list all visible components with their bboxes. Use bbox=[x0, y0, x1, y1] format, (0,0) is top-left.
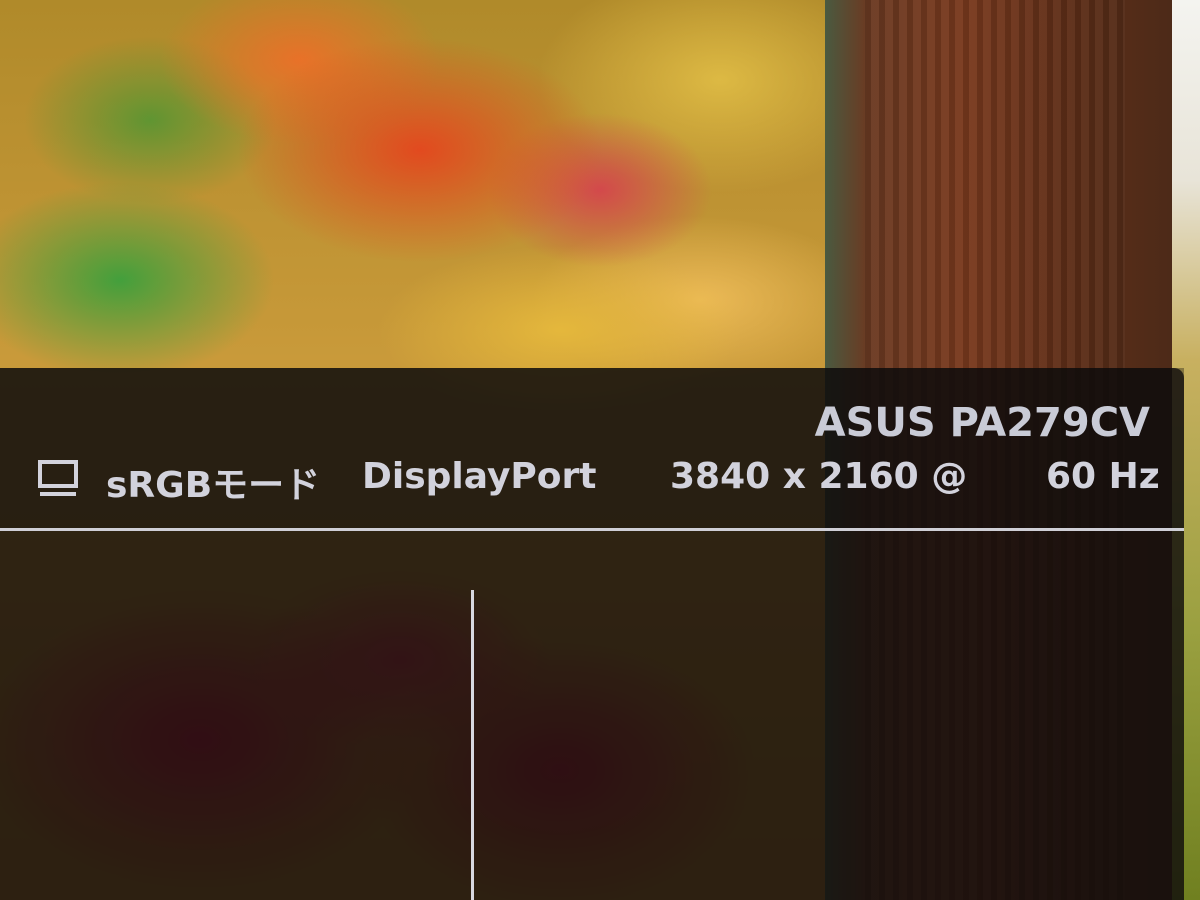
color-mode-label: sRGBモード bbox=[106, 465, 321, 506]
status-row: sRGBモード DisplayPort 3840 x 2160 @ 60 Hz bbox=[36, 454, 1160, 506]
resolution-label: 3840 x 2160 @ bbox=[670, 456, 968, 497]
osd-header: ASUS PA279CV sRGBモード DisplayPort 3840 x … bbox=[0, 368, 1184, 528]
monitor-icon bbox=[38, 460, 78, 496]
menu-column-divider bbox=[471, 590, 474, 900]
model-name: ASUS PA279CV bbox=[814, 400, 1150, 446]
osd-panel: ASUS PA279CV sRGBモード DisplayPort 3840 x … bbox=[0, 368, 1184, 900]
osd-menu-body bbox=[0, 531, 1184, 900]
refresh-rate-label: 60 Hz bbox=[1046, 456, 1160, 497]
input-source-label: DisplayPort bbox=[362, 456, 597, 497]
screen: ASUS PA279CV sRGBモード DisplayPort 3840 x … bbox=[0, 0, 1200, 900]
